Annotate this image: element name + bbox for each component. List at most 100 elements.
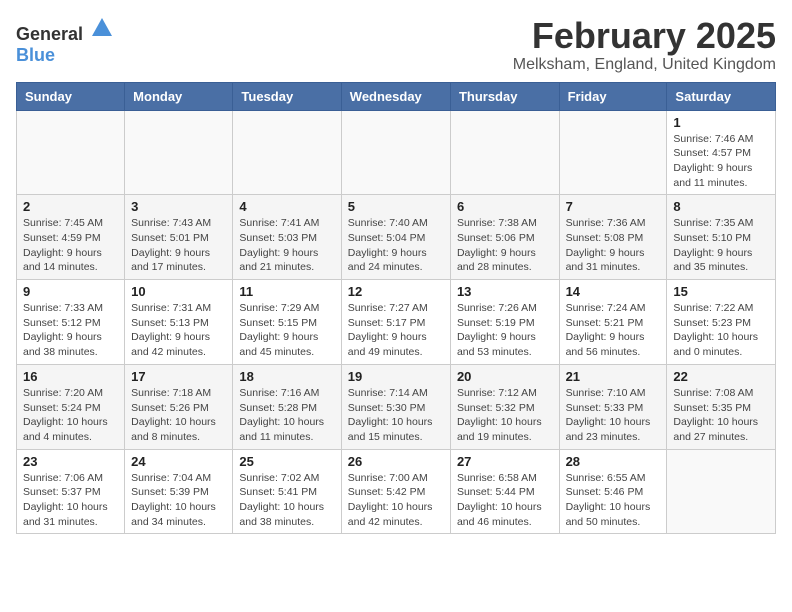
day-detail: Sunrise: 7:40 AM Sunset: 5:04 PM Dayligh…: [348, 216, 444, 275]
column-header-saturday: Saturday: [667, 82, 776, 110]
day-number: 5: [348, 199, 444, 214]
day-detail: Sunrise: 7:26 AM Sunset: 5:19 PM Dayligh…: [457, 301, 553, 360]
day-detail: Sunrise: 7:31 AM Sunset: 5:13 PM Dayligh…: [131, 301, 226, 360]
logo-blue: Blue: [16, 45, 55, 65]
calendar-cell: 11 Sunrise: 7:29 AM Sunset: 5:15 PM Dayli…: [233, 280, 341, 365]
day-number: 8: [673, 199, 769, 214]
day-detail: Sunrise: 7:22 AM Sunset: 5:23 PM Dayligh…: [673, 301, 769, 360]
calendar-cell: 23 Sunrise: 7:06 AM Sunset: 5:37 PM Dayli…: [17, 449, 125, 534]
day-number: 2: [23, 199, 118, 214]
column-header-sunday: Sunday: [17, 82, 125, 110]
day-number: 3: [131, 199, 226, 214]
calendar-cell: 18Sunrise: 7:16 AM Sunset: 5:28 PM Dayli…: [233, 364, 341, 449]
header: General Blue February 2025 Melksham, Eng…: [16, 16, 776, 74]
calendar-week-row: 16 Sunrise: 7:20 AM Sunset: 5:24 PM Dayli…: [17, 364, 776, 449]
day-number: 14: [566, 284, 661, 299]
day-detail: Sunrise: 7:41 AM Sunset: 5:03 PM Dayligh…: [239, 216, 334, 275]
day-detail: Sunrise: 7:00 AM Sunset: 5:42 PM Dayligh…: [348, 471, 444, 530]
calendar-week-row: 9 Sunrise: 7:33 AM Sunset: 5:12 PM Daylig…: [17, 280, 776, 365]
day-detail: Sunrise: 7:06 AM Sunset: 5:37 PM Dayligh…: [23, 471, 118, 530]
day-number: 6: [457, 199, 553, 214]
day-number: 16: [23, 369, 118, 384]
calendar-cell: 1Sunrise: 7:46 AM Sunset: 4:57 PM Daylig…: [667, 110, 776, 195]
day-detail: Sunrise: 7:04 AM Sunset: 5:39 PM Dayligh…: [131, 471, 226, 530]
calendar-header-row: SundayMondayTuesdayWednesdayThursdayFrid…: [17, 82, 776, 110]
calendar-cell: 15Sunrise: 7:22 AM Sunset: 5:23 PM Dayli…: [667, 280, 776, 365]
calendar-cell: [667, 449, 776, 534]
day-detail: Sunrise: 7:46 AM Sunset: 4:57 PM Dayligh…: [673, 132, 769, 191]
day-detail: Sunrise: 7:33 AM Sunset: 5:12 PM Dayligh…: [23, 301, 118, 360]
day-detail: Sunrise: 7:20 AM Sunset: 5:24 PM Dayligh…: [23, 386, 118, 445]
day-number: 21: [566, 369, 661, 384]
day-detail: Sunrise: 7:18 AM Sunset: 5:26 PM Dayligh…: [131, 386, 226, 445]
day-number: 27: [457, 454, 553, 469]
day-number: 19: [348, 369, 444, 384]
day-detail: Sunrise: 7:14 AM Sunset: 5:30 PM Dayligh…: [348, 386, 444, 445]
calendar-cell: [341, 110, 450, 195]
column-header-thursday: Thursday: [450, 82, 559, 110]
location-title: Melksham, England, United Kingdom: [513, 56, 776, 74]
day-detail: Sunrise: 7:24 AM Sunset: 5:21 PM Dayligh…: [566, 301, 661, 360]
calendar-cell: 7 Sunrise: 7:36 AM Sunset: 5:08 PM Daylig…: [559, 195, 667, 280]
calendar-cell: 14 Sunrise: 7:24 AM Sunset: 5:21 PM Dayli…: [559, 280, 667, 365]
calendar-cell: 12Sunrise: 7:27 AM Sunset: 5:17 PM Dayli…: [341, 280, 450, 365]
day-detail: Sunrise: 7:10 AM Sunset: 5:33 PM Dayligh…: [566, 386, 661, 445]
day-detail: Sunrise: 7:29 AM Sunset: 5:15 PM Dayligh…: [239, 301, 334, 360]
calendar-week-row: 2 Sunrise: 7:45 AM Sunset: 4:59 PM Daylig…: [17, 195, 776, 280]
calendar-cell: 17 Sunrise: 7:18 AM Sunset: 5:26 PM Dayli…: [125, 364, 233, 449]
calendar-cell: 13Sunrise: 7:26 AM Sunset: 5:19 PM Dayli…: [450, 280, 559, 365]
calendar-cell: [450, 110, 559, 195]
day-number: 25: [239, 454, 334, 469]
day-detail: Sunrise: 7:35 AM Sunset: 5:10 PM Dayligh…: [673, 216, 769, 275]
day-detail: Sunrise: 7:38 AM Sunset: 5:06 PM Dayligh…: [457, 216, 553, 275]
calendar-cell: 25 Sunrise: 7:02 AM Sunset: 5:41 PM Dayli…: [233, 449, 341, 534]
calendar-cell: [233, 110, 341, 195]
calendar-cell: 2 Sunrise: 7:45 AM Sunset: 4:59 PM Daylig…: [17, 195, 125, 280]
calendar-cell: [17, 110, 125, 195]
calendar-week-row: 1Sunrise: 7:46 AM Sunset: 4:57 PM Daylig…: [17, 110, 776, 195]
calendar-cell: 8 Sunrise: 7:35 AM Sunset: 5:10 PM Daylig…: [667, 195, 776, 280]
day-detail: Sunrise: 7:02 AM Sunset: 5:41 PM Dayligh…: [239, 471, 334, 530]
day-detail: Sunrise: 6:55 AM Sunset: 5:46 PM Dayligh…: [566, 471, 661, 530]
day-detail: Sunrise: 6:58 AM Sunset: 5:44 PM Dayligh…: [457, 471, 553, 530]
calendar-cell: 10 Sunrise: 7:31 AM Sunset: 5:13 PM Dayli…: [125, 280, 233, 365]
logo: General Blue: [16, 16, 114, 66]
calendar-cell: 27 Sunrise: 6:58 AM Sunset: 5:44 PM Dayli…: [450, 449, 559, 534]
logo-icon: [90, 16, 114, 40]
calendar-week-row: 23 Sunrise: 7:06 AM Sunset: 5:37 PM Dayli…: [17, 449, 776, 534]
calendar-cell: 21 Sunrise: 7:10 AM Sunset: 5:33 PM Dayli…: [559, 364, 667, 449]
day-number: 28: [566, 454, 661, 469]
day-detail: Sunrise: 7:12 AM Sunset: 5:32 PM Dayligh…: [457, 386, 553, 445]
column-header-monday: Monday: [125, 82, 233, 110]
calendar-cell: 9 Sunrise: 7:33 AM Sunset: 5:12 PM Daylig…: [17, 280, 125, 365]
calendar-cell: 28 Sunrise: 6:55 AM Sunset: 5:46 PM Dayli…: [559, 449, 667, 534]
calendar-cell: 20 Sunrise: 7:12 AM Sunset: 5:32 PM Dayli…: [450, 364, 559, 449]
day-number: 20: [457, 369, 553, 384]
day-number: 10: [131, 284, 226, 299]
calendar-cell: 16 Sunrise: 7:20 AM Sunset: 5:24 PM Dayli…: [17, 364, 125, 449]
column-header-tuesday: Tuesday: [233, 82, 341, 110]
column-header-wednesday: Wednesday: [341, 82, 450, 110]
day-number: 23: [23, 454, 118, 469]
calendar-cell: 24Sunrise: 7:04 AM Sunset: 5:39 PM Dayli…: [125, 449, 233, 534]
logo-general: General: [16, 24, 83, 44]
column-header-friday: Friday: [559, 82, 667, 110]
title-area: February 2025 Melksham, England, United …: [513, 16, 776, 74]
day-number: 11: [239, 284, 334, 299]
calendar-cell: 22Sunrise: 7:08 AM Sunset: 5:35 PM Dayli…: [667, 364, 776, 449]
day-number: 9: [23, 284, 118, 299]
day-number: 26: [348, 454, 444, 469]
day-number: 4: [239, 199, 334, 214]
day-detail: Sunrise: 7:45 AM Sunset: 4:59 PM Dayligh…: [23, 216, 118, 275]
day-number: 22: [673, 369, 769, 384]
calendar-cell: 5 Sunrise: 7:40 AM Sunset: 5:04 PM Daylig…: [341, 195, 450, 280]
day-detail: Sunrise: 7:16 AM Sunset: 5:28 PM Dayligh…: [239, 386, 334, 445]
day-number: 12: [348, 284, 444, 299]
calendar-cell: 26 Sunrise: 7:00 AM Sunset: 5:42 PM Dayli…: [341, 449, 450, 534]
calendar-cell: 6 Sunrise: 7:38 AM Sunset: 5:06 PM Daylig…: [450, 195, 559, 280]
calendar-cell: 3Sunrise: 7:43 AM Sunset: 5:01 PM Daylig…: [125, 195, 233, 280]
calendar-cell: 19 Sunrise: 7:14 AM Sunset: 5:30 PM Dayli…: [341, 364, 450, 449]
day-number: 7: [566, 199, 661, 214]
day-detail: Sunrise: 7:36 AM Sunset: 5:08 PM Dayligh…: [566, 216, 661, 275]
day-number: 17: [131, 369, 226, 384]
